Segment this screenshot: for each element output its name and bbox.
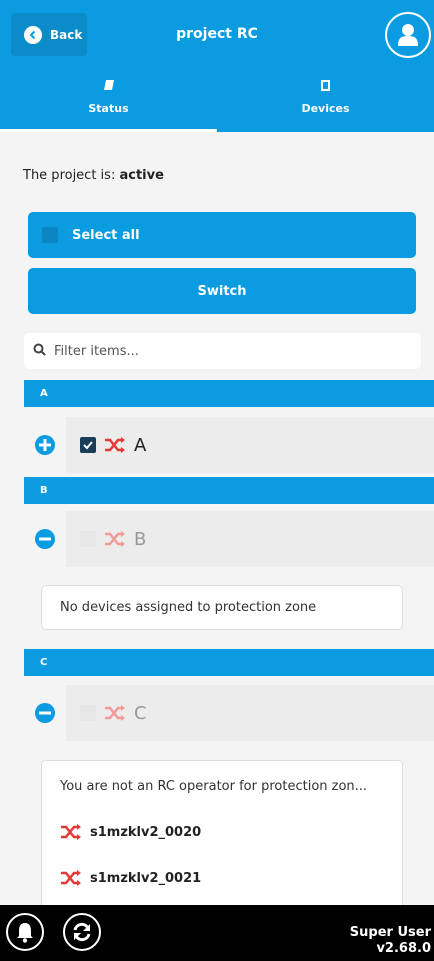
page-title: project RC [176, 26, 258, 42]
zone-item[interactable]: A [66, 417, 434, 473]
group-row-a: A [24, 417, 434, 473]
zone-checkbox[interactable] [80, 531, 96, 547]
user-avatar-button[interactable] [385, 12, 431, 58]
devices-icon [321, 76, 330, 94]
group-header-c: C [24, 649, 434, 676]
search-icon [33, 343, 46, 360]
shuffle-icon [104, 531, 126, 547]
device-name: s1mzklv2_0021 [90, 870, 202, 886]
filter-input[interactable]: Filter items... [24, 333, 421, 369]
bell-icon [17, 923, 33, 943]
tab-devices-label: Devices [301, 102, 350, 115]
shuffle-icon [60, 824, 82, 840]
operator-message-card: You are not an RC operator for protectio… [41, 760, 403, 910]
group-header-b: B [24, 477, 434, 504]
project-status: The project is: active [23, 168, 164, 183]
group-header-label: C [40, 657, 48, 668]
status-icon [103, 76, 115, 94]
minus-circle-icon [35, 703, 55, 723]
tab-bar: Status Devices [0, 72, 434, 132]
select-all-button[interactable]: Select all [28, 212, 416, 258]
notifications-button[interactable] [6, 913, 44, 951]
zone-checkbox-checked[interactable] [80, 437, 96, 453]
switch-button[interactable]: Switch [28, 268, 416, 314]
bottom-bar: Super User v2.68.0 [0, 905, 434, 961]
group-header-label: A [40, 388, 48, 399]
zone-label: B [134, 528, 147, 550]
tab-status[interactable]: Status [0, 72, 217, 132]
zone-label: A [134, 434, 147, 456]
empty-zone-message: No devices assigned to protection zone [41, 585, 403, 630]
shuffle-icon [60, 870, 82, 886]
refresh-button[interactable] [63, 913, 101, 951]
collapse-toggle[interactable] [24, 417, 66, 473]
select-all-checkbox[interactable] [42, 227, 58, 243]
zone-item[interactable]: B [66, 511, 434, 567]
app-header: Back project RC Status Devices [0, 0, 434, 132]
device-name: s1mzklv2_0020 [90, 824, 202, 840]
zone-checkbox[interactable] [80, 705, 96, 721]
collapse-toggle[interactable] [24, 511, 66, 567]
minus-circle-icon [35, 529, 55, 549]
shuffle-icon [104, 705, 126, 721]
tab-devices[interactable]: Devices [217, 72, 434, 132]
group-header-a: A [24, 380, 434, 407]
project-status-value: active [119, 168, 164, 183]
zone-label: C [134, 702, 147, 724]
switch-label: Switch [197, 283, 247, 299]
group-row-c: C [24, 685, 434, 741]
group-row-b: B [24, 511, 434, 567]
operator-message: You are not an RC operator for protectio… [60, 779, 368, 794]
device-item: s1mzklv2_0021 [60, 870, 386, 886]
select-all-label: Select all [72, 227, 140, 243]
collapse-toggle[interactable] [24, 685, 66, 741]
empty-zone-text: No devices assigned to protection zone [60, 600, 317, 615]
sync-icon [73, 922, 91, 942]
group-header-label: B [40, 485, 48, 496]
plus-circle-icon [35, 435, 55, 455]
user-name: Super User [349, 925, 431, 940]
user-info: Super User v2.68.0 [350, 925, 431, 957]
filter-placeholder: Filter items... [54, 343, 139, 359]
user-icon [398, 24, 418, 46]
device-item: s1mzklv2_0020 [60, 824, 386, 840]
tab-status-label: Status [88, 102, 129, 115]
zone-item[interactable]: C [66, 685, 434, 741]
shuffle-icon [104, 437, 126, 453]
project-status-prefix: The project is: [23, 168, 116, 183]
app-version: v2.68.0 [376, 941, 431, 956]
